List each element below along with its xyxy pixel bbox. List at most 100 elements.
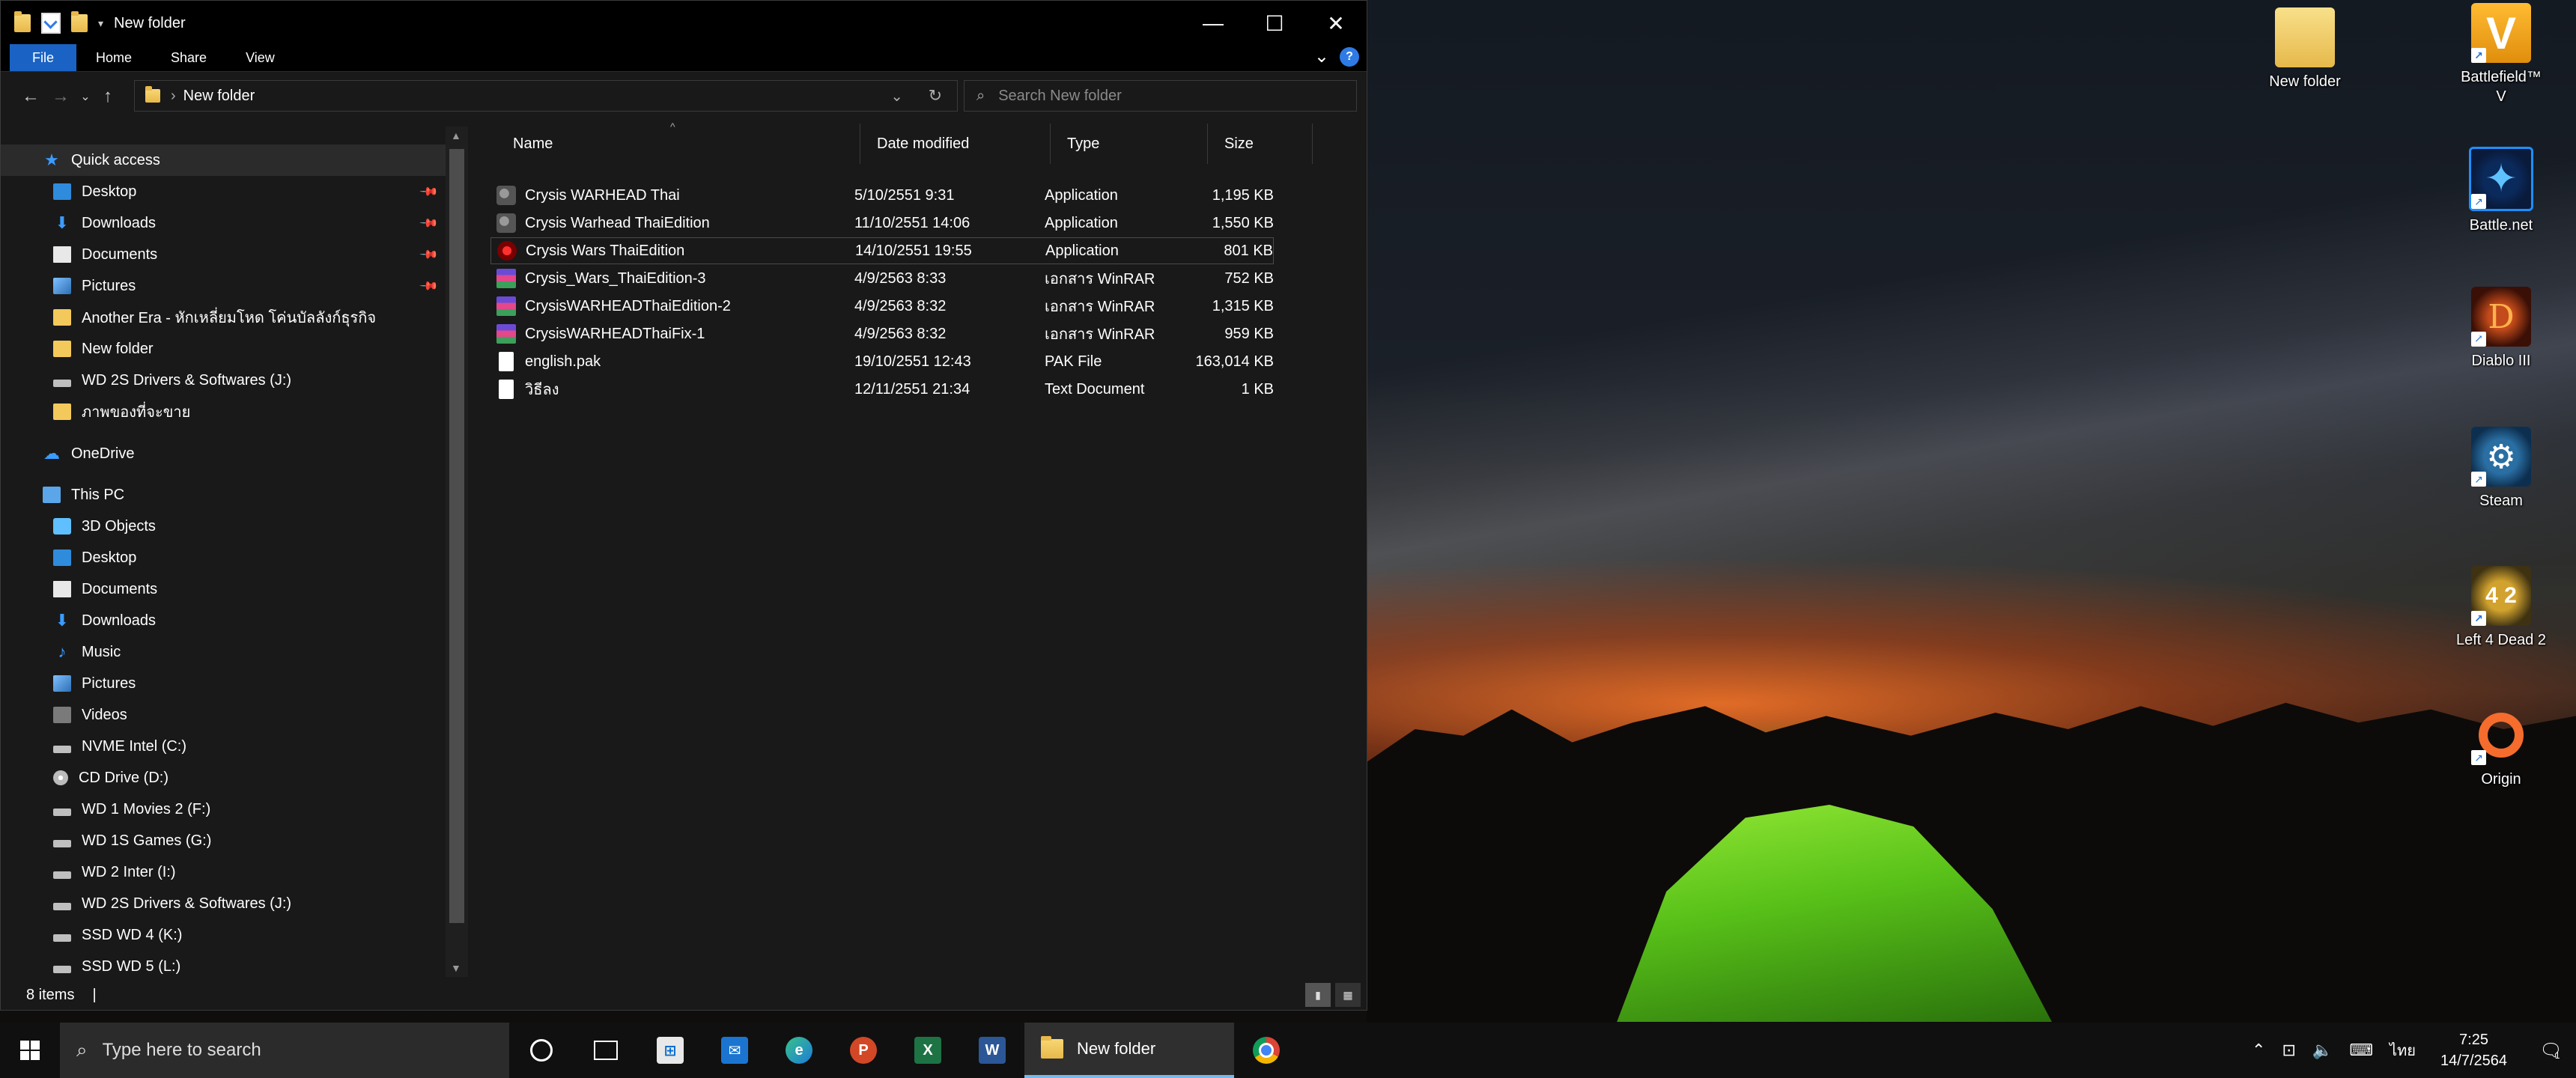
nav-item-pc-downloads[interactable]: ⬇ Downloads — [1, 605, 446, 636]
tab-share[interactable]: Share — [151, 44, 226, 71]
properties-icon[interactable] — [41, 13, 61, 34]
title-bar[interactable]: ▾ New folder — ☐ ✕ — [1, 1, 1367, 46]
details-view-icon[interactable]: ▮ — [1305, 983, 1331, 1007]
large-icons-view-icon[interactable]: ▦ — [1335, 983, 1361, 1007]
table-row[interactable]: Crysis Wars ThaiEdition 14/10/2551 19:55… — [490, 237, 1274, 264]
nav-item-drive-f[interactable]: WD 1 Movies 2 (F:) — [1, 794, 446, 825]
table-row[interactable]: Crysis_Wars_ThaiEdition-3 4/9/2563 8:33 … — [490, 265, 1274, 292]
powerpoint-button[interactable]: P — [831, 1023, 896, 1078]
nav-item-drive-j[interactable]: WD 2S Drivers & Softwares (J:) — [1, 888, 446, 919]
customize-toolbar-chevron-icon[interactable]: ▾ — [98, 17, 103, 30]
nav-item-another-era[interactable]: Another Era - หักเหลี่ยมโหด โค่นบัลลังก์… — [1, 302, 446, 333]
column-header-name[interactable]: Name ^ — [490, 121, 860, 164]
keyboard-icon[interactable]: ⌨ — [2341, 1041, 2381, 1060]
expand-ribbon-chevron-icon[interactable]: ⌄ — [1314, 46, 1329, 67]
microsoft-store-button[interactable]: ⊞ — [638, 1023, 702, 1078]
table-row[interactable]: Crysis WARHEAD Thai 5/10/2551 9:31 Appli… — [490, 182, 1274, 209]
nav-item-drive-k[interactable]: SSD WD 4 (K:) — [1, 919, 446, 951]
input-language[interactable]: ไทย — [2381, 1038, 2424, 1062]
nav-item-desktop[interactable]: Desktop 📌 — [1, 176, 446, 207]
column-header-date[interactable]: Date modified — [860, 124, 1051, 164]
nav-item-new-folder[interactable]: New folder — [1, 333, 446, 365]
file-list[interactable]: Name ^ Date modified Type Size Crysis WA… — [474, 121, 1365, 980]
column-header-type[interactable]: Type — [1051, 124, 1208, 164]
nav-item-thai-folder[interactable]: ภาพของที่จะขาย — [1, 396, 446, 427]
taskbar-file-explorer-button[interactable]: New folder — [1024, 1023, 1234, 1078]
breadcrumb-new-folder[interactable]: New folder — [183, 88, 255, 105]
desktop-icon-left-4-dead-2[interactable]: 4 2 ↗ Left 4 Dead 2 — [2437, 566, 2565, 650]
nav-item-drive-c[interactable]: NVME Intel (C:) — [1, 731, 446, 762]
address-dropdown-chevron-icon[interactable]: ⌄ — [890, 87, 903, 106]
new-folder-icon[interactable] — [71, 11, 88, 32]
maximize-button[interactable]: ☐ — [1244, 1, 1305, 46]
help-icon[interactable]: ? — [1340, 46, 1359, 67]
tab-file[interactable]: File — [10, 44, 77, 71]
scroll-up-arrow-icon[interactable]: ▲ — [451, 130, 461, 141]
search-input[interactable] — [997, 86, 1330, 106]
pin-icon[interactable]: 📌 — [419, 181, 440, 202]
nav-item-music[interactable]: ♪ Music — [1, 636, 446, 668]
forward-arrow-icon[interactable]: → — [46, 86, 76, 107]
pin-icon[interactable]: 📌 — [419, 244, 440, 265]
nav-quick-access[interactable]: ★ Quick access — [1, 144, 446, 176]
address-bar[interactable]: › New folder ⌄ ↻ — [134, 80, 958, 112]
nav-item-drive-g[interactable]: WD 1S Games (G:) — [1, 825, 446, 856]
file-explorer-window[interactable]: ▾ New folder — ☐ ✕ File Home Share View … — [0, 0, 1367, 1011]
scroll-down-arrow-icon[interactable]: ▼ — [451, 962, 461, 974]
desktop-icon-battlefield-v[interactable]: V ↗ Battlefield™ V — [2437, 3, 2565, 106]
volume-icon[interactable]: 🔈 — [2304, 1041, 2341, 1060]
desktop-icon-new-folder[interactable]: New folder — [2241, 7, 2369, 91]
desktop-icon-steam[interactable]: ⚙ ↗ Steam — [2437, 427, 2565, 511]
show-hidden-icons-chevron-icon[interactable]: ⌃ — [2244, 1041, 2273, 1060]
table-row[interactable]: วิธีลง 12/11/2551 21:34 Text Document 1 … — [490, 376, 1274, 403]
edge-button[interactable]: e — [767, 1023, 831, 1078]
pin-icon[interactable]: 📌 — [419, 213, 440, 234]
tab-view[interactable]: View — [226, 44, 294, 71]
nav-onedrive[interactable]: ☁ OneDrive — [1, 438, 446, 469]
nav-item-pc-documents[interactable]: Documents — [1, 573, 446, 605]
chrome-button[interactable] — [1234, 1023, 1298, 1078]
up-arrow-icon[interactable]: ↑ — [95, 86, 121, 107]
nav-item-downloads[interactable]: ⬇ Downloads 📌 — [1, 207, 446, 239]
desktop-icon-origin[interactable]: ↗ Origin — [2437, 705, 2565, 789]
desktop-icon-diablo-iii[interactable]: D ↗ Diablo III — [2437, 287, 2565, 371]
refresh-icon[interactable]: ↻ — [929, 86, 942, 106]
excel-button[interactable]: X — [896, 1023, 960, 1078]
pin-icon[interactable]: 📌 — [419, 275, 440, 296]
breadcrumb-chevron-icon[interactable]: › — [171, 88, 176, 105]
network-icon[interactable]: ⊡ — [2273, 1041, 2303, 1060]
nav-item-drive-i[interactable]: WD 2 Inter (I:) — [1, 856, 446, 888]
action-center-button[interactable]: 🗨 1 — [2524, 1023, 2576, 1078]
navigation-pane[interactable]: ★ Quick access Desktop 📌 ⬇ Downloads 📌 D… — [1, 124, 473, 980]
table-row[interactable]: english.pak 19/10/2551 12:43 PAK File 16… — [490, 348, 1274, 375]
table-row[interactable]: CrysisWARHEADThaiEdition-2 4/9/2563 8:32… — [490, 293, 1274, 320]
nav-this-pc[interactable]: This PC — [1, 479, 446, 511]
table-row[interactable]: Crysis Warhead ThaiEdition 11/10/2551 14… — [490, 210, 1274, 237]
tab-home[interactable]: Home — [76, 44, 151, 71]
column-header-size[interactable]: Size — [1208, 124, 1313, 164]
clock[interactable]: 7:25 14/7/2564 — [2424, 1029, 2524, 1071]
start-button[interactable] — [0, 1023, 60, 1078]
task-view-button[interactable] — [574, 1023, 638, 1078]
nav-item-pc-pictures[interactable]: Pictures — [1, 668, 446, 699]
nav-item-pictures[interactable]: Pictures 📌 — [1, 270, 446, 302]
recent-locations-chevron-icon[interactable]: ⌄ — [76, 89, 95, 104]
nav-item-3d-objects[interactable]: 3D Objects — [1, 511, 446, 542]
nav-item-videos[interactable]: Videos — [1, 699, 446, 731]
nav-item-pc-desktop[interactable]: Desktop — [1, 542, 446, 573]
back-arrow-icon[interactable]: ← — [16, 86, 46, 107]
cortana-button[interactable] — [509, 1023, 574, 1078]
desktop-icon-battle-net[interactable]: ✦ ↗ Battle.net — [2437, 147, 2565, 235]
table-row[interactable]: CrysisWARHEADThaiFix-1 4/9/2563 8:32 เอก… — [490, 320, 1274, 347]
word-button[interactable]: W — [960, 1023, 1024, 1078]
taskbar-search-box[interactable]: ⌕ Type here to search — [60, 1023, 509, 1078]
nav-item-drive-d[interactable]: CD Drive (D:) — [1, 762, 446, 794]
minimize-button[interactable]: — — [1182, 1, 1244, 46]
close-button[interactable]: ✕ — [1305, 1, 1367, 46]
nav-item-documents[interactable]: Documents 📌 — [1, 239, 446, 270]
search-box[interactable]: ⌕ — [964, 80, 1357, 112]
scrollbar-thumb[interactable] — [449, 149, 464, 923]
mail-button[interactable]: ✉ — [702, 1023, 767, 1078]
nav-item-drive-l[interactable]: SSD WD 5 (L:) — [1, 951, 446, 980]
nav-item-wd2s-drivers[interactable]: WD 2S Drivers & Softwares (J:) — [1, 365, 446, 396]
